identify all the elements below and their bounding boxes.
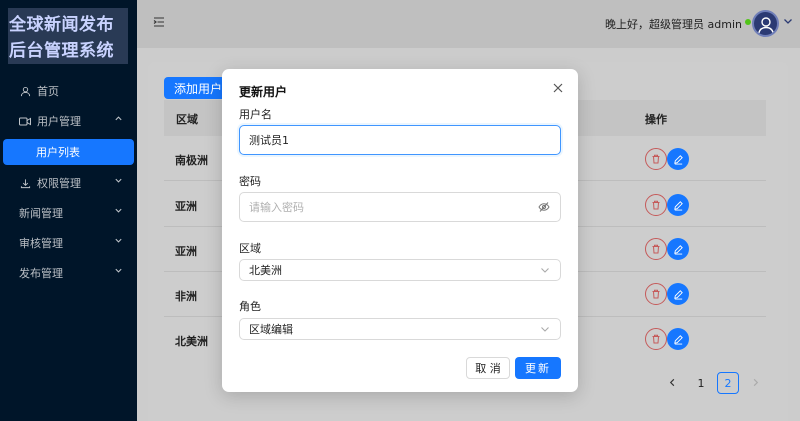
video-icon [19,115,31,127]
modal-title: 更新用户 [239,85,288,99]
cancel-button[interactable]: 取 消 [466,357,510,379]
sidebar-item-publish[interactable]: 发布管理 [0,258,137,288]
delete-button[interactable] [645,283,667,305]
chevron-up-icon [114,114,123,126]
chevron-down-icon [114,236,123,248]
edit-button[interactable] [667,238,689,260]
sidebar-item-label: 权限管理 [37,177,81,190]
chevron-down-icon [540,324,550,334]
username-field[interactable]: 测试员1 [239,125,561,155]
username-value: 测试员1 [249,134,289,147]
close-icon[interactable] [551,81,565,95]
sidebar-item-label: 用户管理 [37,115,81,128]
sidebar-item-label: 用户列表 [36,146,80,159]
trash-icon [652,289,660,299]
edit-icon [673,154,683,165]
edit-button[interactable] [667,328,689,350]
region-label: 区域 [239,242,261,255]
sidebar-item-label: 首页 [37,85,59,98]
delete-button[interactable] [645,328,667,350]
password-placeholder: 请输入密码 [249,201,304,214]
role-label: 角色 [239,300,261,313]
sidebar-item-label: 新闻管理 [19,207,63,220]
app-title-line2: 后台管理系统 [9,41,114,60]
sidebar-nav: 首页 用户管理 用户列表 权限管理 新闻管理 审核管理 发布管理 [0,76,137,288]
app-title-line1: 全球新闻发布 [9,15,114,34]
avatar[interactable] [752,10,779,37]
sidebar: 全球新闻发布 后台管理系统 首页 用户管理 用户列表 权限管理 新闻管理 审核管… [0,0,137,421]
add-user-button[interactable]: 添加用户 [164,77,226,99]
sidebar-item-news[interactable]: 新闻管理 [0,198,137,228]
chevron-down-icon[interactable] [783,16,793,29]
edit-icon [673,289,683,300]
edit-icon [673,200,683,211]
table-cell-region: 亚洲 [175,200,197,213]
password-field[interactable]: 请输入密码 [239,192,561,222]
edit-button[interactable] [667,194,689,216]
user-icon [19,85,31,97]
region-value: 北美洲 [249,264,282,277]
pagination-next-icon[interactable] [751,377,760,390]
update-user-modal: 更新用户 用户名 测试员1 密码 请输入密码 区域 北美洲 角色 区域编辑 取 … [222,69,578,392]
delete-button[interactable] [645,238,667,260]
trash-icon [652,244,660,254]
chevron-down-icon [114,176,123,188]
eye-invisible-icon[interactable] [538,201,550,213]
chevron-down-icon [114,206,123,218]
column-header-actions: 操作 [645,113,667,126]
password-label: 密码 [239,175,261,188]
username-label: 用户名 [239,108,272,121]
edit-button[interactable] [667,148,689,170]
trash-icon [652,200,660,210]
trash-icon [652,334,660,344]
greeting-text: 晚上好，超级管理员 admin [605,18,742,31]
table-cell-region: 亚洲 [175,245,197,258]
delete-button[interactable] [645,194,667,216]
table-cell-region: 非洲 [175,290,197,303]
pagination-page-1[interactable]: 1 [690,372,712,394]
online-status-dot [745,19,751,25]
table-cell-region: 南极洲 [175,154,208,167]
edit-icon [673,244,683,255]
table-cell-region: 北美洲 [175,335,208,348]
menu-fold-icon[interactable] [153,16,165,28]
region-select[interactable]: 北美洲 [239,259,561,281]
sidebar-item-label: 发布管理 [19,267,63,280]
sidebar-item-user-management[interactable]: 用户管理 [0,106,137,136]
edit-icon [673,334,683,345]
chevron-down-icon [114,266,123,278]
sidebar-item-user-list[interactable]: 用户列表 [3,139,134,165]
sidebar-item-home[interactable]: 首页 [0,76,137,106]
column-header-region: 区域 [176,113,198,126]
sidebar-item-permission[interactable]: 权限管理 [0,168,137,198]
role-value: 区域编辑 [249,323,293,336]
sidebar-item-audit[interactable]: 审核管理 [0,228,137,258]
chevron-down-icon [540,265,550,275]
delete-button[interactable] [645,148,667,170]
pagination-page-2[interactable]: 2 [717,372,739,394]
update-button[interactable]: 更新 [515,357,561,379]
app-title: 全球新闻发布 后台管理系统 [9,12,114,64]
top-header: 晚上好，超级管理员 admin [137,0,800,48]
pagination-prev-icon[interactable] [668,377,677,390]
trash-icon [652,154,660,164]
download-icon [19,177,31,189]
role-select[interactable]: 区域编辑 [239,318,561,340]
edit-button[interactable] [667,283,689,305]
sidebar-item-label: 审核管理 [19,237,63,250]
